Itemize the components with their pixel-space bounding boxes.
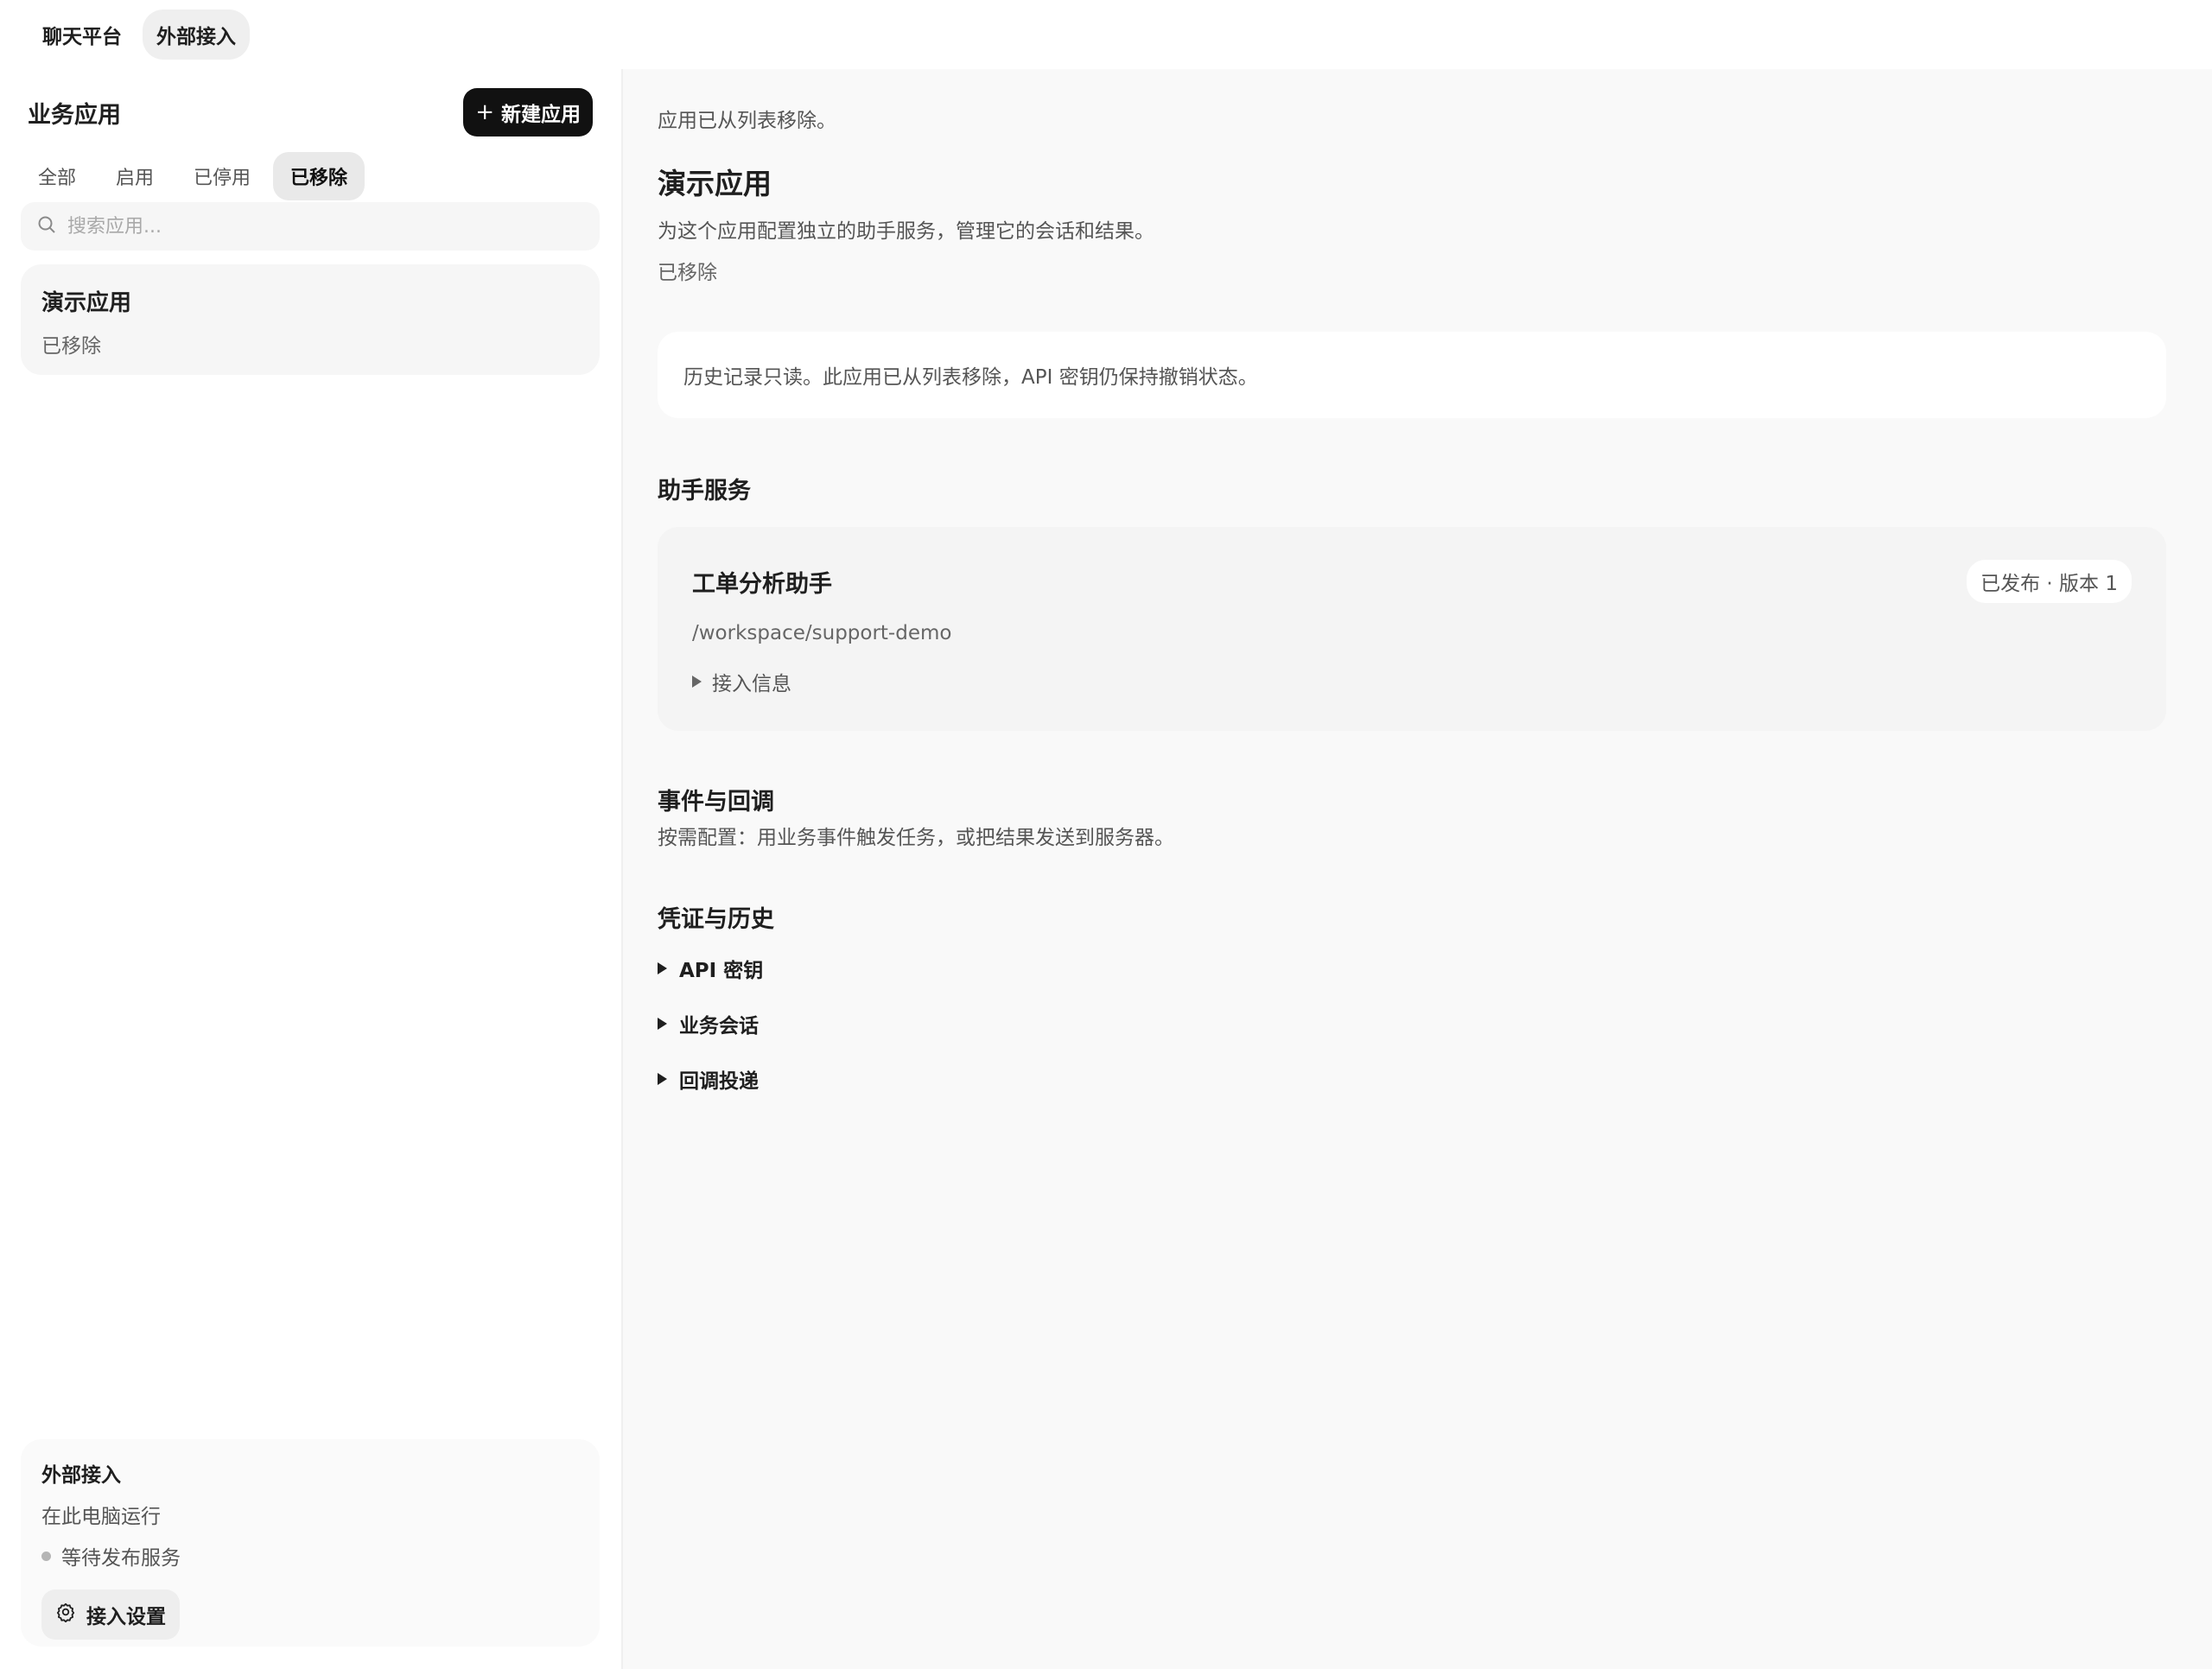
top-navigation: 聊天平台 外部接入 <box>0 0 2212 69</box>
search-box <box>21 202 600 251</box>
app-description: 为这个应用配置独立的助手服务，管理它的会话和结果。 <box>658 220 1154 243</box>
readonly-notice-text: 历史记录只读。此应用已从列表移除，API 密钥仍保持撤销状态。 <box>683 366 1258 389</box>
external-access-card: 外部接入 在此电脑运行 等待发布服务 接入设置 <box>21 1439 600 1647</box>
page-title: 演示应用 <box>658 167 772 200</box>
service-status-badge: 已发布 · 版本 1 <box>1967 560 2132 603</box>
topnav-external-access[interactable]: 外部接入 <box>143 10 250 60</box>
status-badge: 已移除 <box>658 262 717 284</box>
new-app-button[interactable]: + 新建应用 <box>463 88 593 136</box>
disclosure-triangle-icon <box>692 676 702 688</box>
access-info-label: 接入信息 <box>712 673 791 695</box>
readonly-notice-box: 历史记录只读。此应用已从列表移除，API 密钥仍保持撤销状态。 <box>658 332 2166 418</box>
plus-icon: + <box>475 99 494 125</box>
access-settings-button-label: 接入设置 <box>86 1606 166 1628</box>
service-card: 工单分析助手 已发布 · 版本 1 /workspace/support-dem… <box>658 527 2166 731</box>
callback-delivery-label: 回调投递 <box>679 1070 759 1093</box>
new-app-button-label: 新建应用 <box>501 104 581 126</box>
disclosure-triangle-icon <box>658 962 667 974</box>
topnav-chat-platform[interactable]: 聊天平台 <box>29 10 136 60</box>
events-section-desc: 按需配置：用业务事件触发任务，或把结果发送到服务器。 <box>658 827 1174 849</box>
callback-delivery-disclosure[interactable]: 回调投递 <box>658 1064 759 1094</box>
api-key-disclosure[interactable]: API 密钥 <box>658 954 763 983</box>
credentials-section-title: 凭证与历史 <box>658 906 774 933</box>
filter-tab-enabled[interactable]: 启用 <box>99 152 171 200</box>
business-sessions-disclosure[interactable]: 业务会话 <box>658 1009 759 1038</box>
sidebar: 业务应用 + 新建应用 全部 启用 已停用 已移除 演示应用 已移除 外部接入 … <box>0 69 621 1669</box>
filter-tab-disabled[interactable]: 已停用 <box>176 152 268 200</box>
access-info-disclosure[interactable]: 接入信息 <box>692 667 2132 696</box>
filter-tab-all[interactable]: 全部 <box>21 152 93 200</box>
external-access-status-text: 等待发布服务 <box>61 1547 181 1570</box>
main-panel: 应用已从列表移除。 演示应用 为这个应用配置独立的助手服务，管理它的会话和结果。… <box>623 69 2212 1669</box>
disclosure-triangle-icon <box>658 1018 667 1030</box>
service-name: 工单分析助手 <box>692 570 832 598</box>
app-list-item[interactable]: 演示应用 已移除 <box>21 264 600 375</box>
removal-notice: 应用已从列表移除。 <box>658 110 836 132</box>
access-settings-button[interactable]: 接入设置 <box>41 1590 180 1640</box>
events-section-title: 事件与回调 <box>658 789 774 815</box>
search-input[interactable] <box>67 215 551 238</box>
status-dot-icon <box>41 1551 51 1561</box>
service-path: /workspace/support-demo <box>692 622 952 644</box>
filter-tab-removed[interactable]: 已移除 <box>273 152 365 200</box>
external-access-status: 等待发布服务 <box>41 1541 579 1571</box>
app-list-item-name: 演示应用 <box>41 290 132 316</box>
filter-tabs: 全部 启用 已停用 已移除 <box>21 152 365 200</box>
app-list-item-status: 已移除 <box>41 335 101 358</box>
disclosure-triangle-icon <box>658 1073 667 1085</box>
external-access-title: 外部接入 <box>41 1464 121 1487</box>
gear-icon <box>55 1602 76 1628</box>
sidebar-title: 业务应用 <box>28 101 121 129</box>
business-sessions-label: 业务会话 <box>679 1015 759 1038</box>
api-key-label: API 密钥 <box>679 960 764 982</box>
search-icon <box>36 214 57 238</box>
assistant-section-title: 助手服务 <box>658 478 751 505</box>
external-access-subtitle: 在此电脑运行 <box>41 1506 161 1528</box>
sidebar-header: 业务应用 + 新建应用 <box>28 88 593 136</box>
